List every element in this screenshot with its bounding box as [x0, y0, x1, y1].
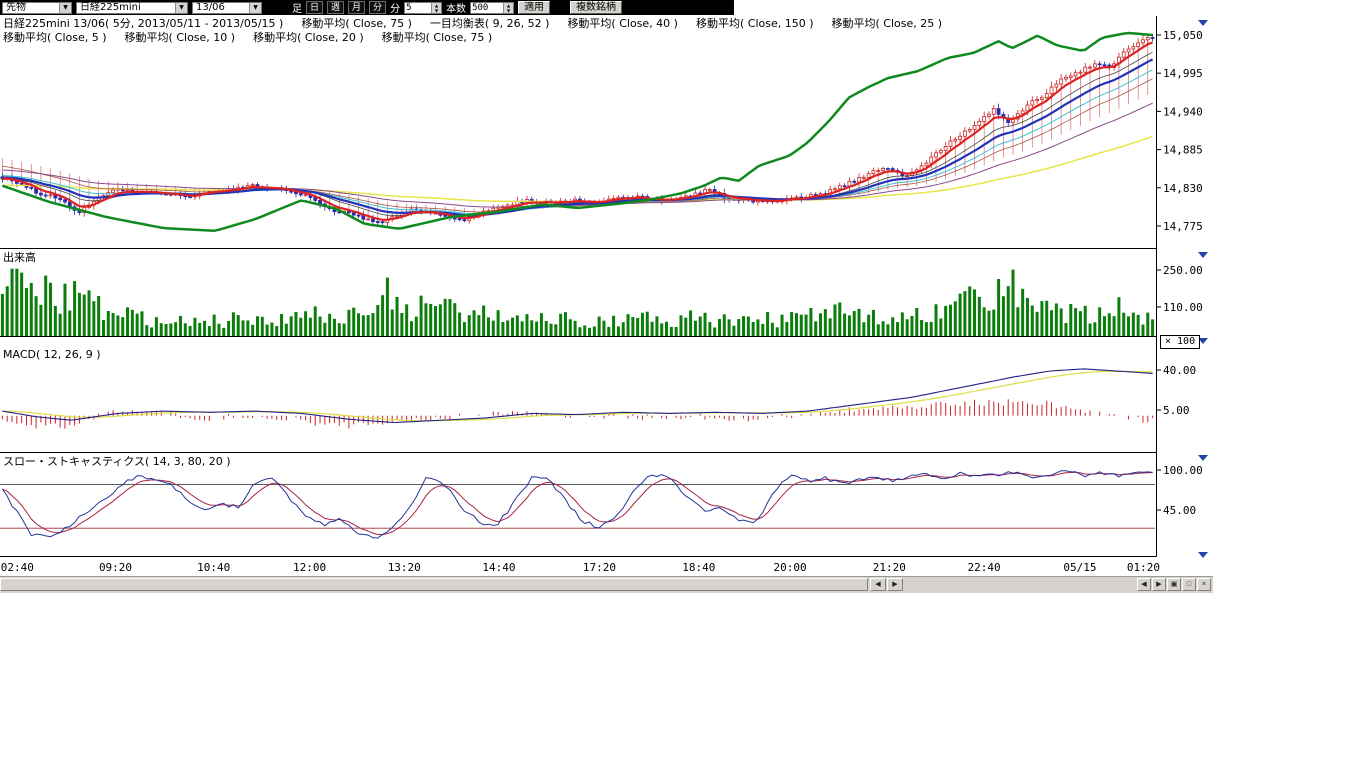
svg-text:14,885: 14,885 [1163, 144, 1203, 157]
legend-item: 移動平均( Close, 10 ) [125, 31, 236, 44]
bar-count-label: 本数 [446, 0, 466, 15]
legend-item: 移動平均( Close, 75 ) [382, 31, 493, 44]
toolbar: 先物 ▼ 日経225mini ▼ 13/06 ▼ 足 日 週 月 分 分 ▲ ▼… [0, 0, 734, 15]
period-minute-button[interactable]: 分 [369, 1, 386, 14]
svg-text:5.00: 5.00 [1163, 404, 1190, 417]
bar-count-input[interactable] [471, 3, 503, 13]
svg-text:13:20: 13:20 [388, 561, 421, 574]
window-control-cluster: ◀ ▶ ▣ □ × [1137, 578, 1211, 591]
scroll-right-button[interactable]: ▶ [887, 578, 903, 591]
spin-down-icon[interactable]: ▼ [504, 8, 513, 13]
page-right-button[interactable]: ▶ [1152, 578, 1166, 591]
legend-item: 移動平均( Close, 25 ) [832, 17, 943, 30]
spinner: ▲ ▼ [431, 3, 441, 13]
svg-text:22:40: 22:40 [967, 561, 1000, 574]
svg-text:250.00: 250.00 [1163, 264, 1203, 277]
stoch-panel-title: スロー・ストキャスティクス( 14, 3, 80, 20 ) [3, 453, 231, 469]
volume-panel [1, 269, 1154, 336]
svg-text:15,050: 15,050 [1163, 29, 1203, 42]
svg-text:10:40: 10:40 [197, 561, 230, 574]
chevron-down-icon[interactable]: ▼ [175, 3, 187, 13]
contract-month-select[interactable]: 13/06 ▼ [192, 2, 262, 14]
svg-text:14,830: 14,830 [1163, 182, 1203, 195]
svg-text:12:00: 12:00 [293, 561, 326, 574]
svg-text:09:20: 09:20 [99, 561, 132, 574]
bar-type-label: 足 [292, 0, 302, 15]
svg-text:02:40: 02:40 [1, 561, 34, 574]
svg-text:21:20: 21:20 [873, 561, 906, 574]
chevron-down-icon[interactable]: ▼ [249, 3, 261, 13]
svg-text:17:20: 17:20 [583, 561, 616, 574]
instrument-type-select[interactable]: 先物 ▼ [2, 2, 72, 14]
svg-text:40.00: 40.00 [1163, 364, 1196, 377]
scroll-left-button[interactable]: ◀ [870, 578, 886, 591]
legend-item: 移動平均( Close, 75 ) [301, 17, 412, 30]
restore-button[interactable]: □ [1182, 578, 1196, 591]
period-day-button[interactable]: 日 [306, 1, 323, 14]
close-button[interactable]: × [1197, 578, 1211, 591]
page-left-button[interactable]: ◀ [1137, 578, 1151, 591]
minute-value-input[interactable] [405, 3, 431, 13]
panel-scale-arrow-icon[interactable] [1198, 252, 1208, 258]
layout-button[interactable]: ▣ [1167, 578, 1181, 591]
volume-unit-badge: × 100 [1160, 335, 1200, 349]
panel-scale-arrow-icon[interactable] [1198, 552, 1208, 558]
svg-text:14,995: 14,995 [1163, 67, 1203, 80]
series-title: 日経225mini 13/06( 5分, 2013/05/11 - 2013/0… [3, 17, 283, 30]
indicator-legend-row1: 日経225mini 13/06( 5分, 2013/05/11 - 2013/0… [3, 17, 960, 30]
minute-label: 分 [390, 0, 400, 15]
legend-item: 移動平均( Close, 20 ) [253, 31, 364, 44]
svg-text:05/15: 05/15 [1063, 561, 1096, 574]
macd-panel-title: MACD( 12, 26, 9 ) [3, 348, 101, 361]
legend-item: 移動平均( Close, 150 ) [696, 17, 814, 30]
svg-text:100.00: 100.00 [1163, 464, 1203, 477]
period-month-button[interactable]: 月 [348, 1, 365, 14]
svg-text:14:40: 14:40 [482, 561, 515, 574]
svg-text:01:20: 01:20 [1127, 561, 1160, 574]
symbol-value: 日経225mini [80, 2, 141, 13]
multi-symbol-button[interactable]: 複数銘柄 [570, 1, 622, 14]
svg-text:20:00: 20:00 [773, 561, 806, 574]
chart-svg[interactable]: 15,050 14,995 14,940 14,885 14,830 14,775 250.… [0, 0, 1366, 592]
indicator-legend-row2: 移動平均( Close, 5 ) 移動平均( Close, 10 ) 移動平均( C… [3, 31, 510, 44]
contract-month-value: 13/06 [196, 2, 225, 13]
legend-item: 移動平均( Close, 40 ) [567, 17, 678, 30]
svg-text:14,940: 14,940 [1163, 105, 1203, 118]
spin-down-icon[interactable]: ▼ [432, 8, 441, 13]
period-week-button[interactable]: 週 [327, 1, 344, 14]
stoch-panel [0, 471, 1155, 538]
chart-application-window: 15,050 14,995 14,940 14,885 14,830 14,775 250.… [0, 0, 1366, 768]
price-panel [1, 33, 1154, 231]
volume-panel-title: 出来高 [3, 249, 36, 265]
instrument-type-value: 先物 [6, 2, 26, 13]
svg-text:110.00: 110.00 [1163, 301, 1203, 314]
svg-text:18:40: 18:40 [682, 561, 715, 574]
panel-scale-arrow-icon[interactable] [1198, 455, 1208, 461]
scrollbar-thumb[interactable] [0, 578, 868, 591]
symbol-select[interactable]: 日経225mini ▼ [76, 2, 188, 14]
bar-count-stepper: ▲ ▼ [470, 2, 514, 14]
svg-text:45.00: 45.00 [1163, 504, 1196, 517]
spinner: ▲ ▼ [503, 3, 513, 13]
svg-text:14,775: 14,775 [1163, 220, 1203, 233]
macd-panel [2, 369, 1152, 429]
chevron-down-icon[interactable]: ▼ [59, 3, 71, 13]
horizontal-scrollbar[interactable]: ◀ ▶ ◀ ▶ ▣ □ × [0, 576, 1213, 593]
legend-item: 移動平均( Close, 5 ) [3, 31, 107, 44]
panel-scale-arrow-icon[interactable] [1198, 20, 1208, 26]
apply-button[interactable]: 適用 [518, 1, 550, 14]
minute-stepper: ▲ ▼ [404, 2, 442, 14]
legend-item: 一目均衡表( 9, 26, 52 ) [430, 17, 550, 30]
